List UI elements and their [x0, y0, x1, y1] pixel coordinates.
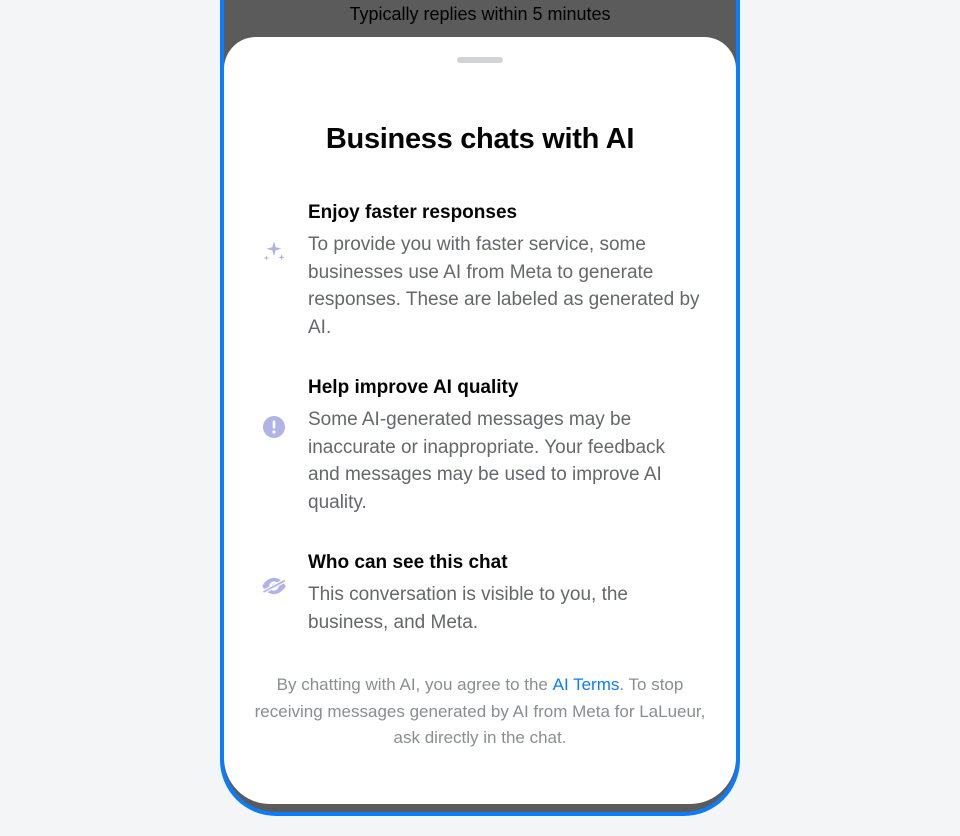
info-item-faster: Enjoy faster responses To provide you wi…	[224, 202, 736, 341]
info-item-quality: Help improve AI quality Some AI-generate…	[224, 377, 736, 516]
info-item-desc: To provide you with faster service, some…	[308, 231, 700, 341]
ai-terms-link[interactable]: AI Terms	[553, 675, 620, 694]
sheet-grabber[interactable]	[457, 57, 503, 63]
footer-prefix: By chatting with AI, you agree to the	[277, 675, 553, 694]
info-item-title: Help improve AI quality	[308, 377, 700, 399]
info-item-desc: Some AI-generated messages may be inaccu…	[308, 406, 700, 516]
info-item-content: Enjoy faster responses To provide you wi…	[308, 202, 700, 341]
chat-header: Typically replies within 5 minutes	[224, 0, 736, 37]
reply-time-text: Typically replies within 5 minutes	[349, 4, 610, 24]
info-item-desc: This conversation is visible to you, the…	[308, 581, 700, 636]
info-item-content: Who can see this chat This conversation …	[308, 552, 700, 636]
sheet-title: Business chats with AI	[224, 123, 736, 156]
info-sheet: Business chats with AI Enjoy faster resp…	[224, 37, 736, 804]
info-item-title: Enjoy faster responses	[308, 202, 700, 224]
sheet-footer: By chatting with AI, you agree to the AI…	[224, 664, 736, 751]
alert-icon	[260, 413, 288, 441]
phone-frame: Typically replies within 5 minutes Busin…	[220, 0, 740, 816]
sparkle-icon	[260, 238, 288, 266]
info-item-visibility: Who can see this chat This conversation …	[224, 552, 736, 636]
eye-off-icon	[260, 572, 288, 600]
info-item-title: Who can see this chat	[308, 552, 700, 574]
info-item-content: Help improve AI quality Some AI-generate…	[308, 377, 700, 516]
